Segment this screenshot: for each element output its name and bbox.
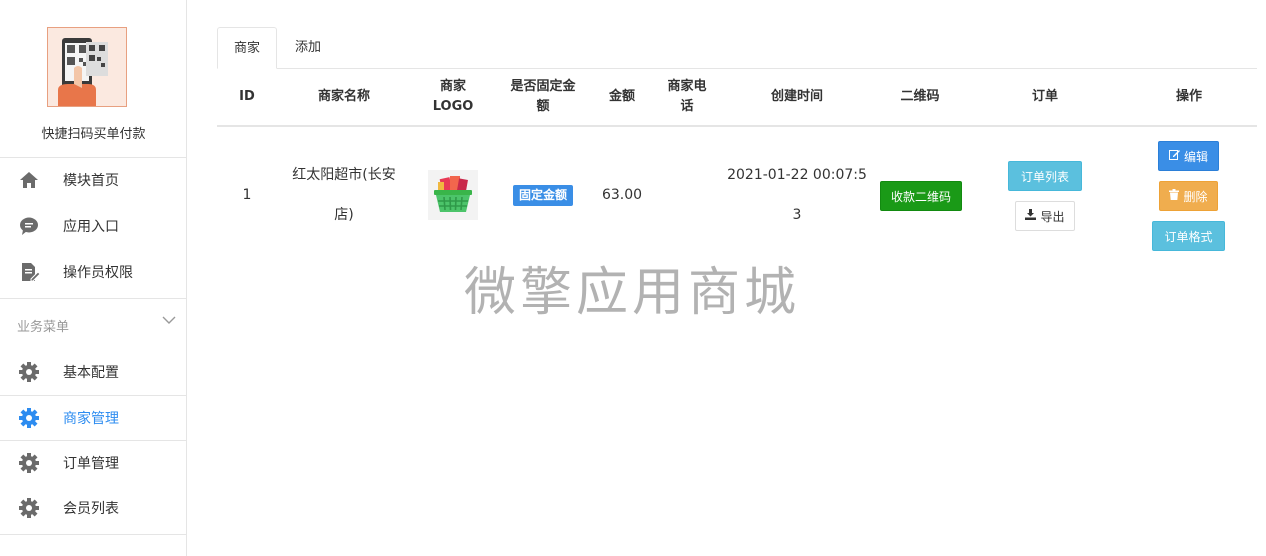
sidebar-item-label: 基本配置 xyxy=(63,365,119,381)
col-header-orders: 订单 xyxy=(1031,89,1058,104)
tab-add[interactable]: 添加 xyxy=(279,27,337,69)
col-header-name: 商家名称 xyxy=(317,89,370,104)
sidebar-item-operator-permissions[interactable]: 操作员权限 xyxy=(0,250,186,294)
sidebar-item-label: 模块首页 xyxy=(63,173,119,189)
cell-phone xyxy=(657,175,717,215)
sidebar-item-home[interactable]: 模块首页 xyxy=(0,158,186,202)
table-header: ID 商家名称 商家 LOGO 是否固定金 额 金额 商家电 话 创建时间 二维… xyxy=(217,69,1257,127)
sidebar-item-label: 应用入口 xyxy=(63,219,119,235)
gear-icon xyxy=(18,497,40,519)
sidebar-item-merchant-management[interactable]: 商家管理 xyxy=(0,396,186,440)
app-root: 快捷扫码买单付款 模块首页 应用入口 操作员权限 业务菜单 基本配置 商家管理 … xyxy=(0,0,1266,556)
cell-merchant-name: 红太阳超市(长安 店) xyxy=(292,167,396,223)
col-header-logo: 商家 LOGO xyxy=(432,79,474,114)
edit-button-label: 编辑 xyxy=(1183,149,1208,164)
cell-amount: 63.00 xyxy=(601,187,643,203)
sidebar-item-label: 商家管理 xyxy=(63,411,119,427)
sidebar-item-entry[interactable]: 应用入口 xyxy=(0,204,186,248)
sidebar-divider xyxy=(0,534,187,535)
col-header-created: 创建时间 xyxy=(770,89,823,104)
gear-icon xyxy=(18,361,40,383)
export-button[interactable]: 导出 xyxy=(1015,201,1075,231)
tab-merchant[interactable]: 商家 xyxy=(217,27,278,69)
sidebar-item-member-list[interactable]: 会员列表 xyxy=(0,486,186,530)
cell-id: 1 xyxy=(242,187,252,203)
order-format-button[interactable]: 订单格式 xyxy=(1152,221,1225,251)
status-badge: 固定金额 xyxy=(512,184,573,206)
cell-created-time: 2021-01-22 00:07:5 3 xyxy=(727,167,867,223)
sidebar: 快捷扫码买单付款 模块首页 应用入口 操作员权限 业务菜单 基本配置 商家管理 … xyxy=(0,0,187,556)
col-header-actions: 操作 xyxy=(1175,89,1202,104)
cell-fixed-amount: 固定金额 xyxy=(501,184,585,206)
col-header-qrcode: 二维码 xyxy=(900,89,940,104)
col-header-id: ID xyxy=(239,89,255,104)
sidebar-section-label: 业务菜单 xyxy=(17,320,70,335)
col-header-phone: 商家电 话 xyxy=(667,79,707,114)
sidebar-divider xyxy=(0,298,187,299)
edit-document-icon xyxy=(18,261,41,283)
app-name: 快捷扫码买单付款 xyxy=(41,127,146,142)
sidebar-item-label: 会员列表 xyxy=(63,501,119,517)
order-list-button[interactable]: 订单列表 xyxy=(1008,161,1082,191)
tab-bar: 商家 添加 xyxy=(217,27,1257,69)
chat-bubble-icon xyxy=(18,215,40,237)
sidebar-item-basic-config[interactable]: 基本配置 xyxy=(0,350,186,394)
sidebar-item-label: 操作员权限 xyxy=(63,265,133,281)
export-button-label: 导出 xyxy=(1040,209,1065,224)
home-icon xyxy=(18,169,40,191)
download-icon xyxy=(1025,209,1037,223)
qrcode-button[interactable]: 收款二维码 xyxy=(880,181,962,211)
edit-icon xyxy=(1168,149,1180,163)
col-header-amount: 金额 xyxy=(608,89,635,104)
shopping-basket-icon xyxy=(428,170,478,220)
trash-icon xyxy=(1169,189,1180,203)
delete-button[interactable]: 删除 xyxy=(1159,181,1218,211)
sidebar-item-label: 订单管理 xyxy=(63,456,119,472)
watermark: 微擎应用商城 xyxy=(464,263,801,323)
gear-icon xyxy=(18,407,40,429)
col-header-fixed-amount: 是否固定金 额 xyxy=(510,79,576,114)
gear-icon xyxy=(18,452,40,474)
chevron-down-icon[interactable] xyxy=(161,312,177,328)
sidebar-item-order-management[interactable]: 订单管理 xyxy=(0,441,186,485)
edit-button[interactable]: 编辑 xyxy=(1158,141,1219,171)
app-logo xyxy=(47,27,127,107)
delete-button-label: 删除 xyxy=(1183,189,1208,204)
